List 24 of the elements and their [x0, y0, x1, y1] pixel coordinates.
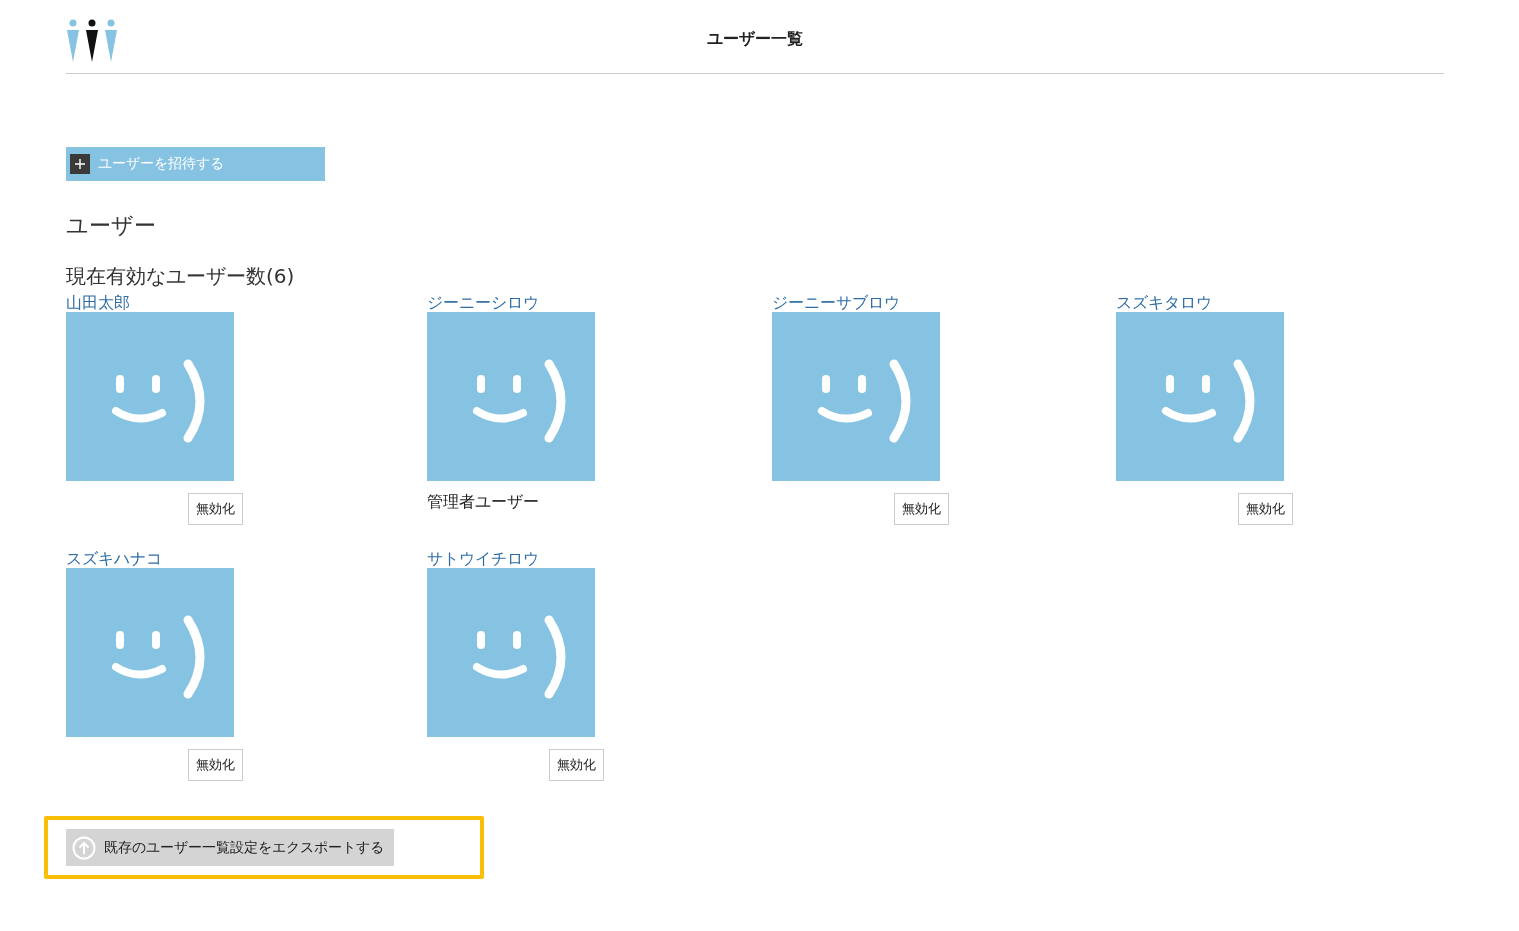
plus-icon [70, 154, 90, 174]
export-button[interactable]: 既存のユーザー一覧設定をエクスポートする [66, 829, 394, 866]
user-name-link[interactable]: スズキハナコ [66, 550, 162, 568]
upload-icon [72, 835, 96, 860]
avatar-icon [427, 568, 595, 737]
active-user-count: 現在有効なユーザー数(6) [66, 263, 296, 290]
avatar-icon [772, 312, 940, 481]
user-name-link[interactable]: 山田太郎 [66, 294, 130, 312]
avatar-icon [1116, 312, 1284, 481]
admin-user-label: 管理者ユーザー [427, 492, 539, 513]
disable-button[interactable]: 無効化 [188, 492, 243, 525]
disable-button[interactable]: 無効化 [549, 748, 604, 781]
user-name-link[interactable]: ジーニーシロウ [427, 294, 539, 312]
disable-button[interactable]: 無効化 [894, 492, 949, 525]
disable-button[interactable]: 無効化 [188, 748, 243, 781]
page-title: ユーザー一覧 [707, 29, 803, 50]
user-name-link[interactable]: ジーニーサブロウ [772, 294, 900, 312]
avatar-icon [66, 568, 234, 737]
avatar-icon [427, 312, 595, 481]
avatar-icon [66, 312, 234, 481]
section-title: ユーザー [66, 212, 157, 240]
user-name-link[interactable]: スズキタロウ [1116, 294, 1212, 312]
user-name-link[interactable]: サトウイチロウ [427, 550, 539, 568]
disable-button[interactable]: 無効化 [1238, 492, 1293, 525]
